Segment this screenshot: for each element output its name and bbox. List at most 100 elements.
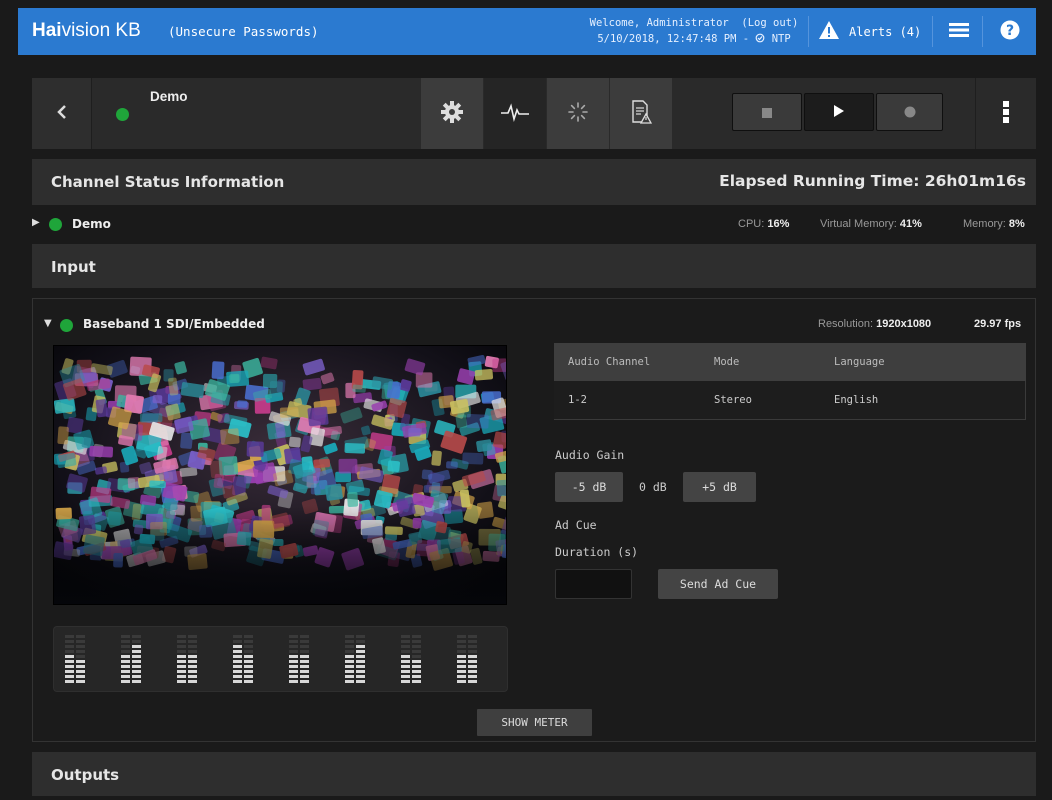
audio-gain-label: Audio Gain [555,448,625,462]
stop-button[interactable] [732,93,802,131]
input-section-header[interactable]: Input [32,244,1036,288]
warning-icon [818,20,840,44]
meter-segment [233,640,242,643]
alerts-button[interactable]: Alerts (4) [818,8,930,55]
meter-segment [289,675,298,678]
meter-segment [401,655,410,658]
meter-segment [244,665,253,668]
meter-segment [121,670,130,673]
meter-segment [300,640,309,643]
settings-button[interactable] [421,78,483,149]
record-button[interactable] [876,93,943,131]
document-warning-icon [630,99,653,128]
meter-segment [412,640,421,643]
video-preview [53,345,507,605]
audio-meter [289,633,309,683]
audio-meter [233,633,253,683]
statistics-button[interactable] [484,78,546,149]
logs-button[interactable] [610,78,672,149]
meter-segment [121,655,130,658]
divider [932,16,933,47]
table-cell: English [820,381,1026,420]
help-icon: ? [1000,20,1020,44]
meter-segment [177,670,186,673]
meter-segment [289,640,298,643]
audio-meters [53,626,508,692]
meter-segment [121,680,130,683]
play-icon [833,103,845,122]
more-options-button[interactable] [975,78,1036,149]
meter-segment [289,660,298,663]
meter-segment [468,665,477,668]
meter-segment [345,675,354,678]
back-button[interactable] [32,78,92,149]
stop-icon [762,103,772,122]
channel-row-name: Demo [72,217,111,231]
meter-segment [244,680,253,683]
meter-segment [233,675,242,678]
gain-value: 0 dB [639,480,667,494]
play-button[interactable] [804,93,874,131]
meter-segment [65,655,74,658]
channel-status-row: ▶ Demo CPU: 16% Virtual Memory: 41% Memo… [32,215,1036,235]
column-header: Mode [700,343,820,381]
meter-segment [468,650,477,653]
meter-segment [177,645,186,648]
meter-segment [76,655,85,658]
meter-segment [132,640,141,643]
meter-segment [233,670,242,673]
outputs-section-header[interactable]: Outputs [32,752,1036,796]
meter-segment [356,660,365,663]
audio-meter [345,633,365,683]
meter-segment [177,655,186,658]
activity-button[interactable] [547,78,609,149]
meter-segment [76,660,85,663]
duration-input[interactable] [555,569,632,599]
meter-segment [345,640,354,643]
show-meter-button[interactable]: SHOW METER [477,709,592,736]
resolution: Resolution: 1920x1080 [818,318,932,330]
increase-gain-button[interactable]: +5 dB [683,472,756,502]
meter-segment [121,665,130,668]
meter-segment [300,645,309,648]
meter-segment [457,635,466,638]
meter-segment [401,670,410,673]
meter-segment [300,670,309,673]
datetime: 5/10/2018, 12:47:48 PM [597,33,737,45]
meter-segment [468,660,477,663]
divider [808,16,809,47]
meter-segment [289,650,298,653]
decrease-gain-button[interactable]: -5 dB [555,472,623,502]
collapse-triangle-icon[interactable]: ▼ [44,318,52,329]
meter-segment [244,635,253,638]
elapsed-running-time: Elapsed Running Time: 26h01m16s [719,172,1026,190]
meter-segment [468,655,477,658]
meter-segment [468,675,477,678]
meter-segment [345,660,354,663]
meter-segment [345,680,354,683]
help-button[interactable]: ? [988,8,1032,55]
meter-segment [188,680,197,683]
meter-segment [412,635,421,638]
audio-meter [121,633,141,683]
brand-logo[interactable]: Haivision KB [32,20,141,42]
channel-status-header[interactable]: Channel Status Information Elapsed Runni… [32,159,1036,205]
audio-meter [457,633,477,683]
meter-segment [65,665,74,668]
meter-segment [345,665,354,668]
main-menu-button[interactable] [942,8,976,55]
expand-triangle-icon[interactable]: ▶ [32,217,40,228]
meter-segment [244,675,253,678]
meter-segment [356,680,365,683]
meter-segment [289,635,298,638]
meter-segment [76,635,85,638]
meter-segment [177,675,186,678]
meter-segment [401,640,410,643]
meter-segment [233,650,242,653]
logout-link[interactable]: (Log out) [741,17,798,29]
meter-segment [177,660,186,663]
meter-segment [233,655,242,658]
send-ad-cue-button[interactable]: Send Ad Cue [658,569,778,599]
meter-segment [177,650,186,653]
table-cell: 1-2 [554,381,700,420]
